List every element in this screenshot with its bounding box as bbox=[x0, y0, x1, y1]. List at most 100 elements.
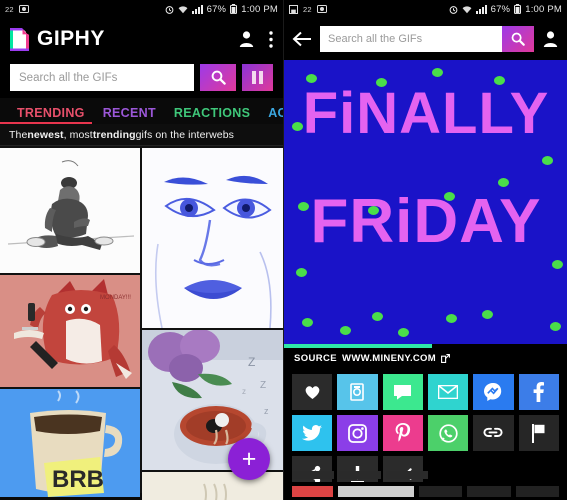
profile-icon[interactable] bbox=[542, 30, 559, 48]
gif-grid: MONDAY!!! BRB Z Z z z + bbox=[0, 146, 283, 500]
signal-icon bbox=[475, 4, 487, 14]
confetti-dot bbox=[542, 156, 553, 165]
battery-percent-label: 67% bbox=[490, 3, 511, 15]
camera-icon bbox=[316, 5, 327, 13]
overflow-menu-icon[interactable] bbox=[269, 30, 273, 48]
source-label: SOURCE bbox=[294, 352, 338, 364]
temperature-indicator: 22 bbox=[5, 4, 14, 14]
source-url[interactable]: WWW.MINENY.COM bbox=[342, 353, 436, 364]
share-email-icon[interactable] bbox=[427, 374, 469, 410]
gif-card-cream-steam[interactable] bbox=[142, 472, 283, 500]
bottom-red-indicator bbox=[292, 485, 334, 497]
share-messenger-icon[interactable] bbox=[473, 374, 514, 410]
gif-card-blue-face-drawing[interactable] bbox=[142, 148, 283, 328]
banner-bold-trending: trending bbox=[92, 128, 136, 141]
detail-search-box[interactable] bbox=[320, 26, 534, 52]
svg-text:z: z bbox=[264, 406, 269, 416]
gif-progress-fill bbox=[284, 344, 432, 348]
bottom-light-bar bbox=[338, 485, 415, 497]
pause-icon-bar2 bbox=[259, 71, 263, 84]
battery-percent-label: 67% bbox=[206, 3, 227, 15]
gif-viewer[interactable]: FiNALLY FRiDAY bbox=[284, 60, 567, 348]
back-arrow-icon[interactable] bbox=[292, 31, 312, 47]
gif-card-pencil-sketch[interactable] bbox=[0, 148, 140, 273]
tab-reactions[interactable]: REACTIONS bbox=[165, 106, 259, 124]
clock-label: 1:00 PM bbox=[241, 3, 278, 15]
share-facebook-icon[interactable] bbox=[518, 374, 559, 410]
status-bar-right-right-icons: 67% 1:00 PM bbox=[449, 4, 562, 15]
gif-card-coffee-brb[interactable]: BRB bbox=[0, 389, 140, 497]
svg-text:BRB: BRB bbox=[52, 466, 104, 493]
tab-trending[interactable]: TRENDING bbox=[0, 106, 94, 124]
profile-icon[interactable] bbox=[238, 30, 255, 48]
battery-icon bbox=[230, 4, 238, 14]
clock-label: 1:00 PM bbox=[525, 3, 562, 15]
confetti-dot bbox=[296, 268, 307, 277]
status-bar-right-left-icons: 22 bbox=[289, 4, 327, 14]
detail-search-button[interactable] bbox=[502, 26, 534, 52]
share-copy-doc-icon[interactable] bbox=[337, 374, 378, 410]
wifi-icon bbox=[178, 5, 188, 14]
status-bar-left-icons: 22 bbox=[5, 5, 29, 14]
search-input[interactable] bbox=[10, 64, 194, 91]
search-row-left bbox=[0, 60, 283, 98]
banner-mid: , most bbox=[63, 128, 93, 141]
gif-text-line-1: FiNALLY bbox=[302, 81, 550, 146]
confetti-dot bbox=[552, 260, 563, 269]
tab-trending-label: TRENDING bbox=[17, 106, 85, 120]
alarm-icon bbox=[165, 5, 174, 14]
gif-grid-column-right: Z Z z z bbox=[142, 148, 283, 500]
confetti-dot bbox=[372, 312, 383, 321]
category-tabs: TRENDING RECENT REACTIONS ACTIO bbox=[0, 98, 283, 124]
tab-reactions-label: REACTIONS bbox=[173, 106, 251, 120]
trending-banner: The newest, most trending gifs on the in… bbox=[0, 124, 283, 146]
tab-recent[interactable]: RECENT bbox=[94, 106, 165, 124]
save-icon bbox=[289, 4, 298, 14]
partial-row-background bbox=[292, 471, 559, 479]
search-button[interactable] bbox=[200, 64, 236, 91]
confetti-dot bbox=[446, 314, 457, 323]
share-heart-icon[interactable] bbox=[292, 374, 333, 410]
confetti-dot bbox=[482, 310, 493, 319]
status-bar-right-icons: 67% 1:00 PM bbox=[165, 4, 278, 15]
banner-suffix: gifs on the interwebs bbox=[135, 128, 235, 141]
share-whatsapp-icon[interactable] bbox=[427, 415, 469, 451]
signal-icon bbox=[191, 4, 203, 14]
share-pinterest-icon[interactable] bbox=[382, 415, 423, 451]
temperature-indicator-right: 22 bbox=[303, 4, 312, 14]
giphy-logo: GIPHY bbox=[10, 27, 105, 51]
confetti-dot bbox=[550, 322, 561, 331]
share-instagram-icon[interactable] bbox=[337, 415, 378, 451]
gif-grid-column-left: MONDAY!!! BRB bbox=[0, 148, 140, 497]
gif-card-red-fox[interactable]: MONDAY!!! bbox=[0, 275, 140, 387]
share-link-icon[interactable] bbox=[473, 415, 514, 451]
svg-text:Z: Z bbox=[260, 380, 266, 391]
share-flag-icon[interactable] bbox=[518, 415, 559, 451]
detail-search-input[interactable] bbox=[320, 26, 502, 52]
share-twitter-icon[interactable] bbox=[292, 415, 333, 451]
giphy-app-header: GIPHY bbox=[0, 18, 283, 60]
tab-actions[interactable]: ACTIO bbox=[259, 106, 283, 124]
bottom-box bbox=[419, 485, 463, 497]
share-message-icon[interactable] bbox=[382, 374, 423, 410]
add-gif-fab[interactable]: + bbox=[228, 438, 270, 480]
pause-button[interactable] bbox=[242, 64, 273, 91]
tab-actions-label: ACTIO bbox=[268, 106, 283, 120]
gif-text-line-2: FRiDAY bbox=[310, 187, 542, 256]
confetti-dot bbox=[340, 326, 351, 335]
source-bar: SOURCE WWW.MINENY.COM bbox=[284, 348, 567, 368]
banner-bold-newest: newest bbox=[27, 128, 64, 141]
camera-icon bbox=[18, 5, 29, 13]
fab-plus-icon: + bbox=[241, 444, 257, 473]
battery-icon bbox=[514, 4, 522, 14]
confetti-dot bbox=[432, 68, 443, 77]
confetti-dot bbox=[398, 328, 409, 337]
wifi-icon bbox=[462, 5, 472, 14]
bottom-box bbox=[467, 485, 511, 497]
bottom-box bbox=[515, 485, 559, 497]
search-box[interactable] bbox=[10, 64, 194, 91]
external-link-icon[interactable] bbox=[441, 353, 450, 363]
giphy-wordmark: GIPHY bbox=[37, 27, 105, 50]
partial-tile bbox=[292, 471, 334, 479]
gif-progress-bar[interactable] bbox=[284, 344, 567, 348]
